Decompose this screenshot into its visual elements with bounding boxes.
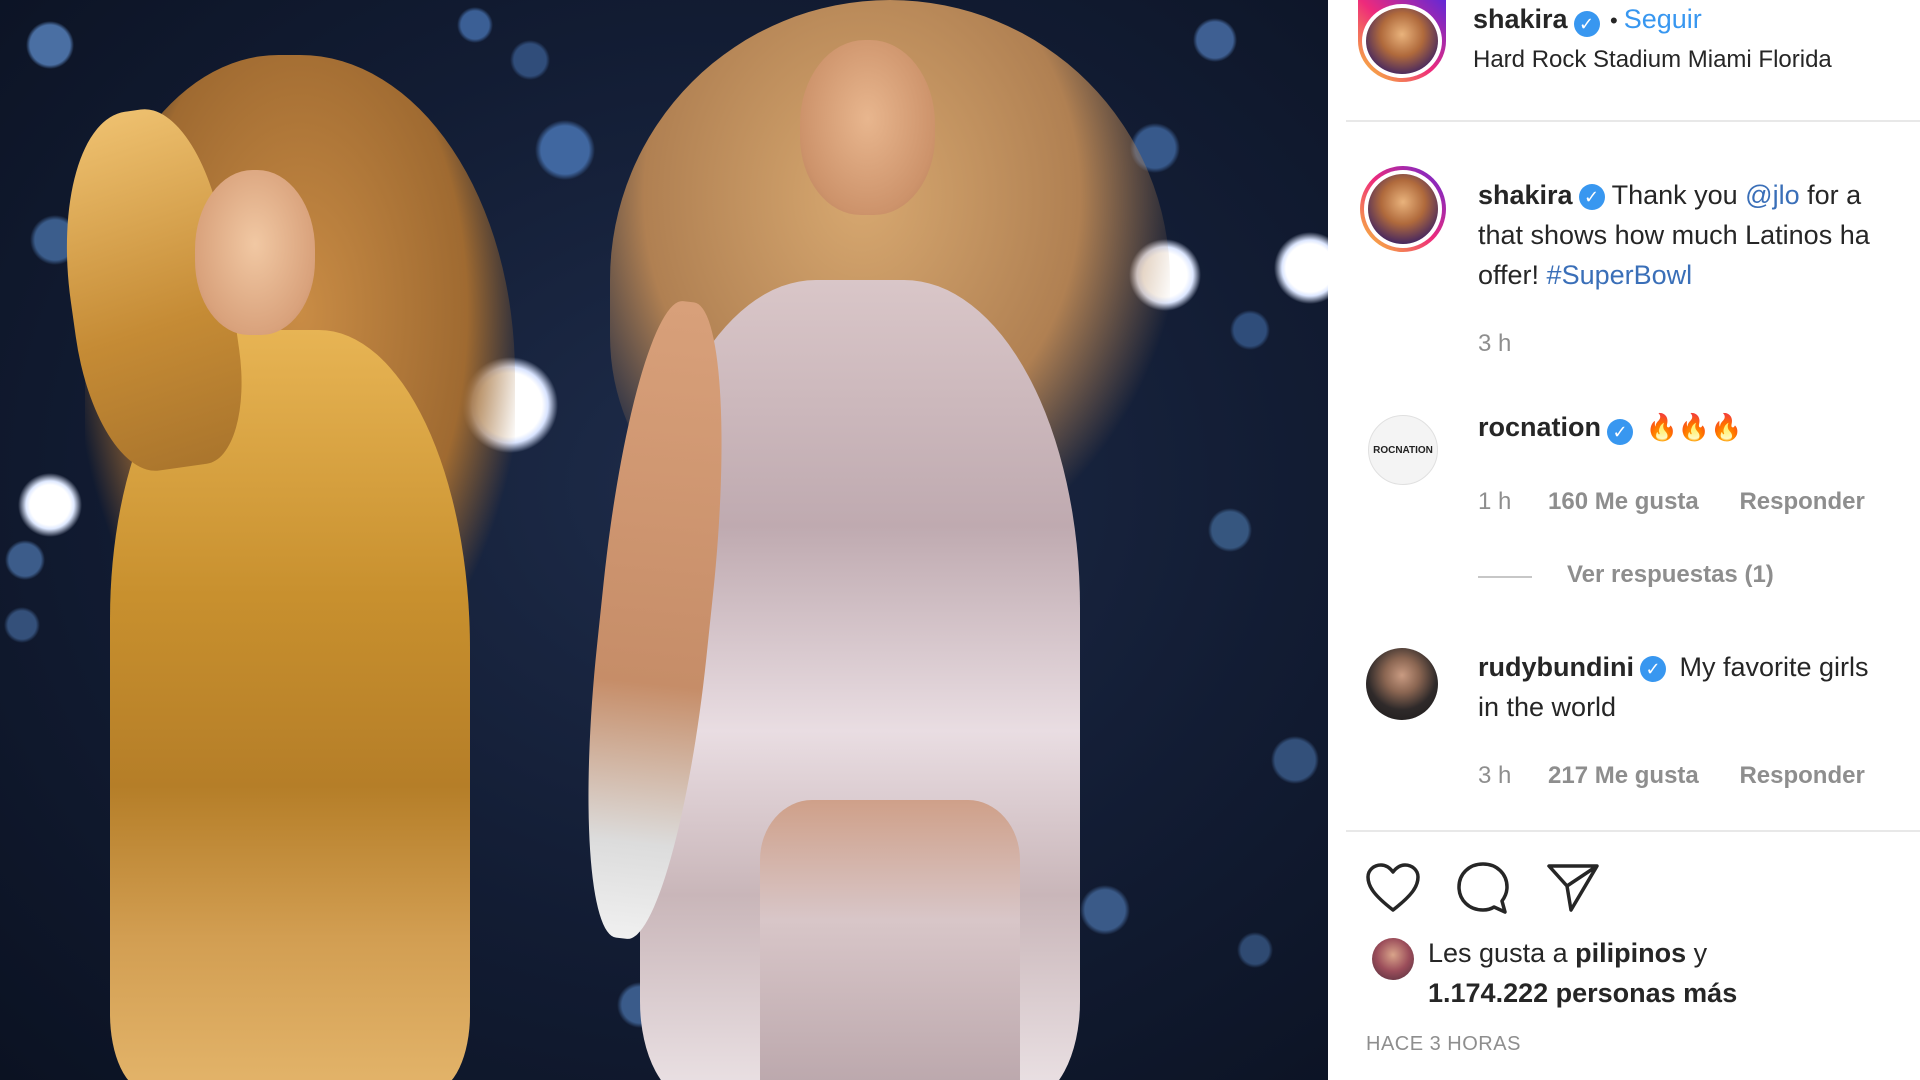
comment-text: My favorite girls xyxy=(1679,652,1869,682)
header-user-row: shakira ✓ • Seguir xyxy=(1473,4,1702,37)
comment-time: 3 h xyxy=(1478,762,1512,789)
rudybundini-avatar[interactable] xyxy=(1366,648,1438,720)
comment-likes[interactable]: 160 Me gusta xyxy=(1548,488,1699,515)
speech-bubble-icon[interactable] xyxy=(1455,860,1511,916)
caption-line-1: shakira ✓ Thank you @jlo for a xyxy=(1478,175,1861,215)
replies-line xyxy=(1478,576,1532,578)
hashtag-link[interactable]: #SuperBowl xyxy=(1547,260,1693,290)
caption-username[interactable]: shakira xyxy=(1478,180,1573,210)
caption-avatar[interactable] xyxy=(1360,166,1446,252)
comment-rocnation: rocnation ✓ 🔥🔥🔥 xyxy=(1478,412,1743,445)
paper-plane-icon[interactable] xyxy=(1545,860,1601,916)
actions-divider xyxy=(1346,830,1920,832)
post-timestamp: HACE 3 HORAS xyxy=(1366,1033,1521,1055)
left-performer-face xyxy=(195,170,315,335)
verified-badge-icon: ✓ xyxy=(1607,418,1634,445)
caption-line-3: offer! #SuperBowl xyxy=(1478,255,1692,295)
caption-time: 3 h xyxy=(1478,330,1512,357)
right-performer-legs xyxy=(760,800,1020,1080)
caption-text: for a xyxy=(1799,180,1862,210)
comment-likes[interactable]: 217 Me gusta xyxy=(1548,762,1699,789)
likes-text: y xyxy=(1686,938,1708,968)
reply-button[interactable]: Responder xyxy=(1739,762,1864,789)
likes-line-1: Les gusta a pilipinos y xyxy=(1428,933,1707,973)
fire-emoji-text: 🔥🔥🔥 xyxy=(1645,412,1743,442)
follow-dot: • xyxy=(1610,8,1618,33)
caption-text: offer! xyxy=(1478,260,1547,290)
post-side-panel xyxy=(1328,0,1920,1080)
comment-username[interactable]: rudybundini xyxy=(1478,652,1634,682)
reply-button[interactable]: Responder xyxy=(1739,488,1864,515)
liker-username[interactable]: pilipinos xyxy=(1575,938,1686,968)
likes-count[interactable]: 1.174.222 personas más xyxy=(1428,973,1737,1013)
right-performer-face xyxy=(800,40,935,215)
mention-link[interactable]: @jlo xyxy=(1745,180,1799,210)
caption-line-2: that shows how much Latinos ha xyxy=(1478,220,1870,250)
view-replies-button[interactable]: Ver respuestas (1) xyxy=(1567,561,1774,589)
header-avatar[interactable] xyxy=(1358,0,1446,82)
liker-avatar[interactable] xyxy=(1372,938,1414,980)
post-location[interactable]: Hard Rock Stadium Miami Florida xyxy=(1473,46,1832,74)
comment-time: 1 h xyxy=(1478,488,1512,515)
comment-meta-row: 3 h 217 Me gusta Responder xyxy=(1478,762,1865,790)
follow-button[interactable]: Seguir xyxy=(1624,4,1702,34)
caption-text: Thank you xyxy=(1611,180,1746,210)
verified-badge-icon: ✓ xyxy=(1578,183,1605,210)
verified-badge-icon: ✓ xyxy=(1573,10,1600,37)
heart-outline-icon[interactable] xyxy=(1365,862,1421,914)
comment-username[interactable]: rocnation xyxy=(1478,412,1601,442)
comment-text-line-2: in the world xyxy=(1478,692,1617,722)
rocnation-avatar[interactable]: ROCNATION xyxy=(1368,415,1438,485)
header-divider xyxy=(1346,120,1920,122)
header-username[interactable]: shakira xyxy=(1473,4,1568,34)
likes-text: Les gusta a xyxy=(1428,938,1576,968)
post-photo[interactable] xyxy=(0,0,1328,1080)
comment-rudybundini: rudybundini ✓ My favorite girls xyxy=(1478,647,1869,687)
comment-meta-row: 1 h 160 Me gusta Responder xyxy=(1478,488,1865,516)
verified-badge-icon: ✓ xyxy=(1639,655,1666,682)
